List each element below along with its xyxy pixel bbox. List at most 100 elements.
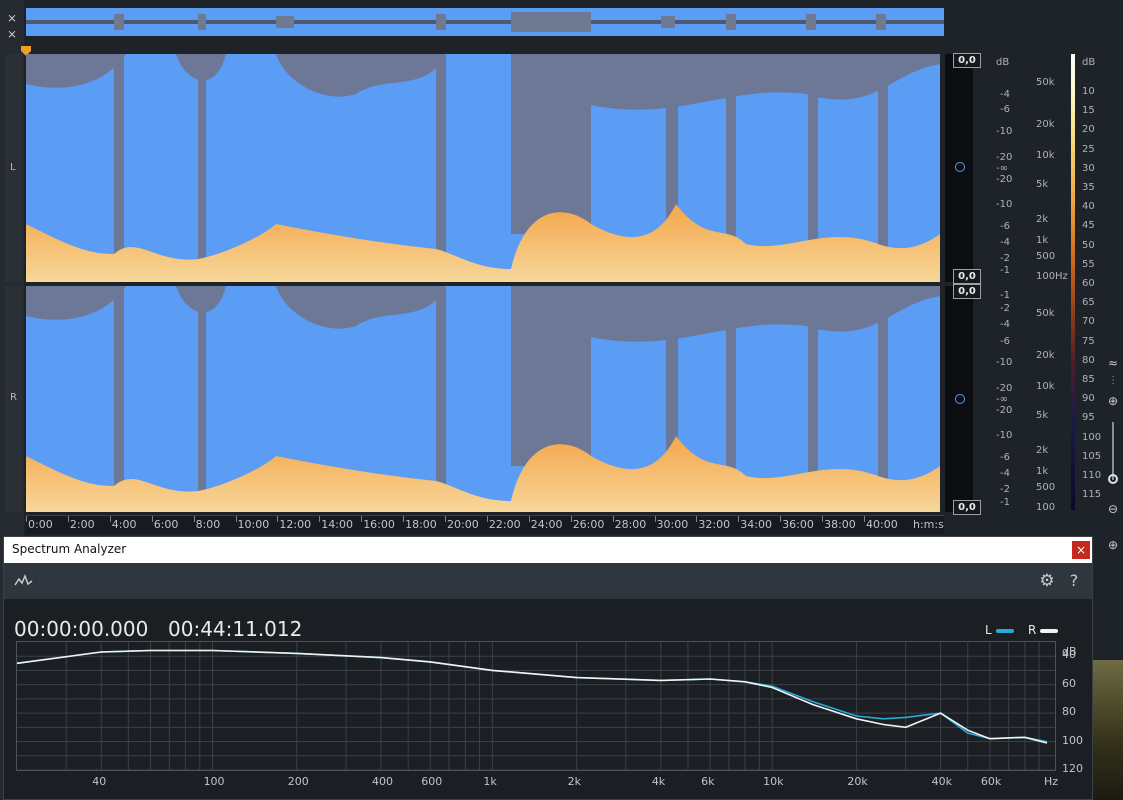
colorbar-tick-label: 115 <box>1082 489 1102 501</box>
rx-editor-window: ⨯ ⨯ L R 0,0 0,0 0,0 0,0 dB -4 -6 -10 -20… <box>0 0 1123 800</box>
spectrum-analyzer-titlebar[interactable]: Spectrum Analyzer × <box>4 537 1092 563</box>
timeline-tick <box>319 516 321 522</box>
level-box-top-right: 0,0 <box>953 284 981 299</box>
x-tick-label: 40 <box>92 775 107 788</box>
zoom-in-icon[interactable]: ⊕ <box>1106 394 1120 408</box>
x-tick-label: 10k <box>763 775 784 788</box>
db-scale-label: -2 <box>1000 484 1010 495</box>
zoom-slider-handle[interactable] <box>1108 474 1118 484</box>
overview-waveform-graphic <box>26 12 944 32</box>
timeline-label: 2:00 <box>69 518 95 531</box>
colorbar-tick-label: 20 <box>1082 124 1095 136</box>
db-scale-label: -1 <box>1000 265 1010 276</box>
y-tick-label: 120 <box>1062 762 1083 775</box>
colorbar-tick-label: 40 <box>1082 201 1095 213</box>
level-box-bottom-right: 0,0 <box>953 500 981 515</box>
timeline-label: 30:00 <box>656 518 689 531</box>
timeline-tick <box>67 516 69 522</box>
level-box-top-left: 0,0 <box>953 53 981 68</box>
x-tick-label: 1k <box>483 775 497 788</box>
spectrum-analyzer-window: Spectrum Analyzer × ⚙ ? 00:00:00.000 00:… <box>3 536 1093 800</box>
db-scale-label: -20 <box>996 174 1013 185</box>
timeline-tick <box>864 516 865 522</box>
help-icon[interactable]: ? <box>1066 571 1082 591</box>
zoom-horizontal-in-icon[interactable]: ⊕ <box>1106 538 1120 552</box>
db-scale-label: -10 <box>996 357 1013 368</box>
db-scale-label: -10 <box>996 199 1013 210</box>
end-time: 00:44:11.012 <box>168 617 303 641</box>
freq-unit-label: Hz <box>1055 271 1068 282</box>
freq-scale-label: 2k <box>1036 214 1049 225</box>
freq-scale-label: 500 <box>1036 482 1056 493</box>
waveform-view-icon[interactable]: ≈ <box>1106 356 1120 370</box>
colorbar-tick-label: 110 <box>1082 470 1102 481</box>
timeline-label: 8:00 <box>195 518 221 531</box>
db-scale-label: -4 <box>1000 89 1010 100</box>
freq-scale-label: 10k <box>1036 150 1055 161</box>
freq-scale-label: 50k <box>1036 77 1055 88</box>
left-level-meter <box>945 54 973 282</box>
db-scale-label: -20 <box>996 405 1013 416</box>
db-scale-label: dB <box>996 57 1010 68</box>
close-button[interactable]: × <box>1072 541 1090 559</box>
expand-overview-icon[interactable]: ⨯ <box>4 26 20 42</box>
left-pan-knob-icon[interactable] <box>955 162 965 172</box>
db-scale-label: -10 <box>996 430 1013 441</box>
colorbar-tick-label: 60 <box>1082 278 1095 289</box>
colorbar-tick-label: 30 <box>1082 162 1095 174</box>
timeline-tick <box>780 516 782 522</box>
colorbar-tick-label: 35 <box>1082 182 1095 193</box>
timeline-label: 36:00 <box>782 518 814 531</box>
db-scale-label: -4 <box>1000 319 1010 330</box>
zoom-out-icon[interactable]: ⊖ <box>1106 502 1120 516</box>
overview-waveform[interactable] <box>26 8 944 36</box>
right-pan-knob-icon[interactable] <box>955 394 965 404</box>
colorbar-tick-label: 95 <box>1082 412 1095 424</box>
x-tick-label: 60k <box>980 775 1002 788</box>
right-zoom-tools: ≈ ⫶ ⊕ ⊖ ⊕ <box>1103 350 1123 560</box>
timeline-label: 26:00 <box>572 518 605 531</box>
timeline-tick <box>696 516 698 522</box>
right-channel-spectrogram[interactable] <box>26 286 940 512</box>
freq-scale-label: 5k <box>1036 410 1049 421</box>
db-scale-label: -4 <box>1000 237 1010 248</box>
timeline-tick <box>445 516 446 522</box>
timeline-label: h:m:s <box>913 518 944 531</box>
collapse-overview-icon[interactable]: ⨯ <box>4 10 20 26</box>
spectrum-mode-icon[interactable] <box>14 573 34 589</box>
timeline-label: 0:00 <box>28 518 53 531</box>
colorbar-tick-label: 90 <box>1082 393 1095 405</box>
db-scale-label: -6 <box>1000 452 1010 463</box>
timeline-label: 14:00 <box>321 518 353 531</box>
x-tick-label: 200 <box>287 775 309 788</box>
colorbar-tick-label: 70 <box>1082 316 1095 328</box>
level-box-bottom-left: 0,0 <box>953 269 981 284</box>
y-tick-label: 60 <box>1062 676 1076 690</box>
start-time: 00:00:00.000 <box>14 617 149 641</box>
spectrogram-colorbar <box>1071 54 1075 510</box>
freq-scale-label: 1k <box>1036 466 1049 477</box>
colorbar-tick-label: 105 <box>1082 450 1102 462</box>
freq-scale-label: 50k <box>1036 308 1055 319</box>
db-scale-label: -1 <box>1000 497 1010 508</box>
timeline-tick <box>822 516 824 522</box>
timeline-label: 24:00 <box>530 518 563 531</box>
spectrum-plot[interactable] <box>16 641 1056 771</box>
timeline-label: 12:00 <box>279 518 312 531</box>
y-tick-label: 40 <box>1062 648 1076 662</box>
spectrogram-view-icon[interactable]: ⫶ <box>1106 374 1120 388</box>
timeline-tick <box>235 516 237 522</box>
timeline-ruler[interactable]: 0:00 2:00 4:00 6:00 8:00 10:00 12:00 14:00 16:00… <box>26 515 944 534</box>
colorbar-tick-label: 75 <box>1082 335 1095 347</box>
zoom-slider-track[interactable] <box>1112 422 1114 480</box>
playhead-marker-icon[interactable] <box>20 42 32 56</box>
timeline-label: 32:00 <box>698 518 731 531</box>
x-tick-label: 20k <box>847 775 868 788</box>
series-line-l <box>16 649 1048 743</box>
left-channel-spectrogram[interactable] <box>26 54 940 282</box>
gear-icon[interactable]: ⚙ <box>1037 571 1057 591</box>
colorbar-tick-label: 15 <box>1082 105 1095 117</box>
freq-scale-label: 500 <box>1036 251 1056 262</box>
x-tick-label: 400 <box>372 775 394 788</box>
timeline-tick <box>570 516 572 522</box>
